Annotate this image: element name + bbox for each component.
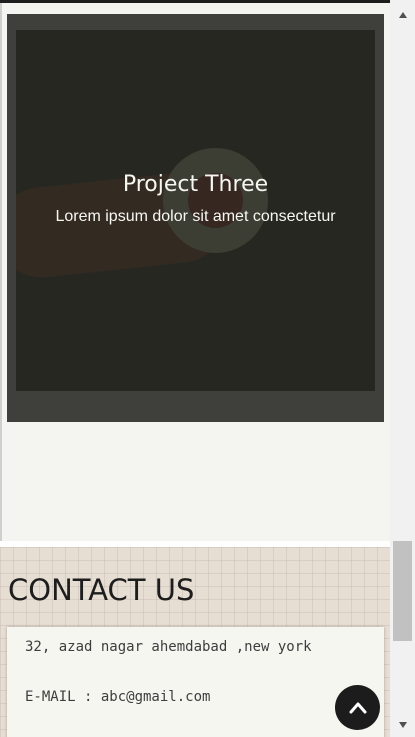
project-title: Project Three [122, 172, 269, 197]
top-strip [0, 0, 415, 3]
contact-address: 32, azad nagar ahemdabad ,new york [25, 639, 312, 655]
contact-email[interactable]: E-MAIL : abc@gmail.com [25, 689, 210, 705]
scroll-down-button[interactable] [390, 715, 415, 735]
contact-section: CONTACT US 32, azad nagar ahemdabad ,new… [0, 547, 390, 737]
triangle-up-icon [398, 12, 407, 18]
scroll-up-button[interactable] [390, 5, 415, 25]
left-edge [0, 3, 2, 543]
contact-heading: CONTACT US [8, 573, 195, 607]
chevron-up-icon [349, 702, 366, 713]
scroll-thumb[interactable] [393, 541, 412, 641]
project-description: Lorem ipsum dolor sit amet consectetur [55, 208, 336, 225]
project-card[interactable]: Project Three Lorem ipsum dolor sit amet… [7, 14, 384, 422]
back-to-top-button[interactable] [335, 685, 380, 730]
triangle-down-icon [398, 722, 407, 728]
vertical-scrollbar[interactable] [390, 0, 415, 737]
contact-card: 32, azad nagar ahemdabad ,new york E-MAI… [7, 627, 384, 737]
